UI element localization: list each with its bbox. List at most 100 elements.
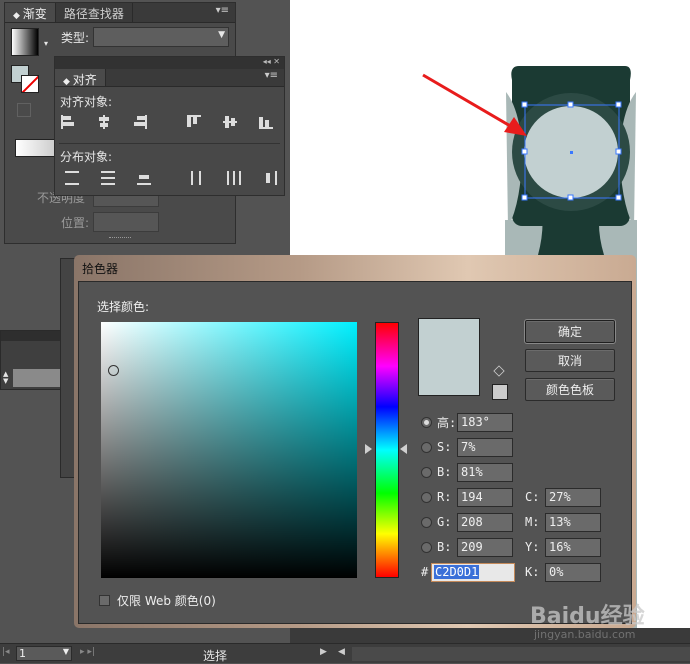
green-radio[interactable]	[421, 516, 432, 528]
align-horizontal-center-icon[interactable]	[97, 115, 111, 129]
scroll-left-icon[interactable]: ◀	[338, 647, 345, 657]
saturation-radio[interactable]	[421, 441, 432, 453]
next-page-icon[interactable]: ▸ ▸|	[80, 647, 95, 657]
align-left-icon[interactable]	[61, 115, 75, 129]
web-only-row: 仅限 Web 颜色(0)	[99, 590, 216, 610]
cyan-row: C: 27%	[525, 487, 601, 507]
black-input[interactable]: 0%	[545, 562, 601, 582]
black-label: K:	[525, 565, 540, 579]
yellow-input[interactable]: 16%	[545, 537, 601, 557]
distribute-objects-label: 分布对象:	[60, 150, 113, 164]
align-top-icon[interactable]	[187, 115, 201, 129]
saturation-row: S: 7%	[421, 437, 513, 457]
panel-menu-icon[interactable]: ▾≡	[259, 69, 284, 86]
horizontal-scrollbar[interactable]	[352, 647, 690, 661]
tab-align[interactable]: ◆ 对齐	[55, 69, 106, 87]
hue-row: 高: 183°	[421, 412, 513, 432]
blue-radio[interactable]	[421, 541, 432, 553]
chevron-down-icon: ▼	[218, 30, 225, 40]
gradient-dropdown-icon[interactable]: ▾	[44, 39, 48, 48]
fill-stroke-icon[interactable]	[11, 65, 41, 95]
align-panel-header[interactable]: ◂◂ ✕	[55, 57, 284, 69]
blue-row: B: 209	[421, 537, 513, 557]
position-field[interactable]	[93, 212, 159, 232]
reverse-gradient-icon[interactable]	[17, 103, 31, 117]
panel-menu-icon[interactable]: ▾≡	[210, 3, 235, 22]
watermark-brand: Baidu经验	[530, 604, 645, 629]
red-row: R: 194	[421, 487, 513, 507]
ok-button[interactable]: 确定	[524, 319, 616, 344]
brightness-input[interactable]: 81%	[457, 462, 513, 482]
align-panel: ◂◂ ✕ ◆ 对齐 ▾≡ 对齐对象: 分布对象:	[54, 56, 285, 196]
saturation-input[interactable]: 7%	[457, 437, 513, 457]
color-cursor[interactable]	[108, 365, 119, 376]
resize-grip-icon[interactable]	[109, 237, 131, 240]
page-number-field[interactable]: 1 ▼	[16, 646, 72, 661]
hue-slider-handle-right[interactable]	[400, 444, 407, 454]
align-bottom-icon[interactable]	[259, 115, 273, 129]
green-input[interactable]: 208	[457, 512, 513, 532]
hex-row: # C2D0D1	[421, 562, 515, 582]
web-only-checkbox[interactable]	[99, 594, 110, 606]
status-bar: |◂ 1 ▼ ▸ ▸| 选择 ▶ ◀	[0, 643, 690, 663]
tab-pathfinder[interactable]: 路径查找器	[56, 3, 133, 22]
brightness-row: B: 81%	[421, 462, 513, 482]
color-swatches-button[interactable]: 颜色色板	[525, 378, 615, 401]
blue-input[interactable]: 209	[457, 537, 513, 557]
hue-input[interactable]: 183°	[457, 412, 513, 432]
chevron-down-icon: ▼	[62, 647, 69, 656]
tool-status: 选择	[203, 649, 228, 663]
distribute-right-icon[interactable]	[263, 171, 277, 185]
gradient-preview[interactable]	[11, 28, 39, 56]
saturation-brightness-field[interactable]	[101, 322, 357, 578]
hue-slider-handle-left[interactable]	[365, 444, 372, 454]
type-label: 类型:	[61, 31, 90, 45]
current-color-swatch	[418, 318, 480, 396]
cancel-button[interactable]: 取消	[525, 349, 615, 372]
align-right-icon[interactable]	[133, 115, 147, 129]
green-row: G: 208	[421, 512, 513, 532]
web-safe-swatch[interactable]	[492, 384, 508, 400]
yellow-label: Y:	[525, 540, 540, 554]
magenta-row: M: 13%	[525, 512, 601, 532]
stepper-icon[interactable]: ▲ ▼	[3, 371, 8, 385]
web-only-label: 仅限 Web 颜色(0)	[117, 593, 216, 608]
gradient-panel-tabbar: ◆ 渐变 路径查找器 ▾≡	[5, 3, 235, 23]
distribute-horizontal-center-icon[interactable]	[227, 171, 241, 185]
align-vertical-center-icon[interactable]	[223, 115, 237, 129]
cube-icon[interactable]	[493, 365, 505, 377]
green-label: G:	[437, 515, 452, 529]
position-label: 位置:	[61, 216, 90, 230]
red-label: R:	[437, 490, 452, 504]
page-number: 1	[19, 647, 26, 660]
distribute-vertical-center-icon[interactable]	[101, 171, 115, 185]
brightness-radio[interactable]	[421, 466, 432, 478]
red-arrow	[422, 73, 513, 129]
cyan-label: C:	[525, 490, 540, 504]
hue-radio[interactable]	[421, 416, 432, 428]
blue-label: B:	[437, 540, 452, 554]
first-page-icon[interactable]: |◂	[2, 647, 10, 657]
cyan-input[interactable]: 27%	[545, 487, 601, 507]
tab-gradient[interactable]: ◆ 渐变	[5, 3, 56, 22]
hex-value: C2D0D1	[434, 564, 480, 579]
status-menu-icon[interactable]: ▶	[320, 647, 327, 657]
red-radio[interactable]	[421, 491, 432, 503]
red-input[interactable]: 194	[457, 487, 513, 507]
watermark: Baidu经验 jingyan.baidu.com	[530, 598, 690, 644]
hue-label: 高:	[437, 415, 457, 430]
distribute-bottom-icon[interactable]	[137, 171, 151, 185]
hue-slider[interactable]	[375, 322, 399, 578]
magenta-input[interactable]: 13%	[545, 512, 601, 532]
align-objects-label: 对齐对象:	[60, 95, 113, 109]
magenta-label: M:	[525, 515, 540, 529]
brightness-label: B:	[437, 465, 452, 479]
distribute-left-icon[interactable]	[191, 171, 205, 185]
select-color-label: 选择颜色:	[97, 300, 150, 314]
watermark-url: jingyan.baidu.com	[534, 628, 636, 641]
saturation-label: S:	[437, 440, 452, 454]
distribute-top-icon[interactable]	[65, 171, 79, 185]
type-select[interactable]: ▼	[93, 27, 229, 47]
hex-input[interactable]: C2D0D1	[431, 562, 515, 582]
dialog-title: 拾色器	[82, 262, 119, 276]
